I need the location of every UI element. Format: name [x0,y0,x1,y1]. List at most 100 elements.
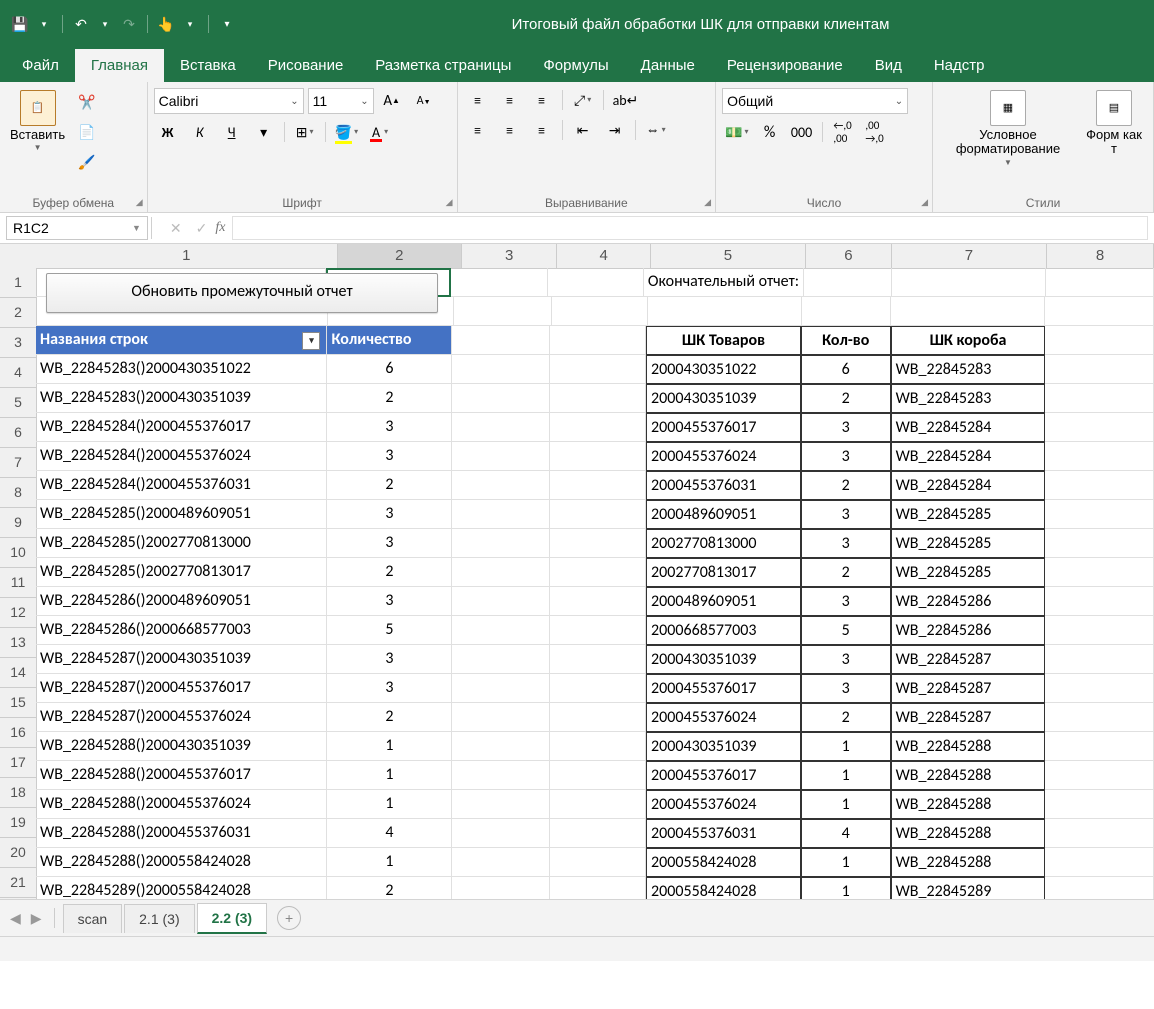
row-header-10[interactable]: 10 [0,538,36,568]
refresh-report-button[interactable]: Обновить промежуточный отчет [46,273,438,313]
select-all-corner[interactable] [0,244,37,269]
row-header-19[interactable]: 19 [0,808,36,838]
row-header-2[interactable]: 2 [0,298,36,328]
tab-nav-next[interactable]: ▶ [27,910,46,927]
tab-insert[interactable]: Вставка [164,49,252,82]
col-header-6[interactable]: 6 [806,244,892,268]
col-header-3[interactable]: 3 [462,244,557,268]
grid[interactable]: Окончательный отчет:Названия строк▾Колич… [36,268,1154,899]
save-icon[interactable]: 💾 [10,14,30,34]
font-name-select[interactable]: Calibri⌄ [154,88,304,114]
increase-indent-icon[interactable]: ⇥ [601,118,629,142]
name-box[interactable] [6,216,148,240]
enter-formula-icon[interactable]: ✓ [196,220,208,237]
decrease-indent-icon[interactable]: ⇤ [569,118,597,142]
copy-icon[interactable]: 📄 [73,120,101,144]
row-header-9[interactable]: 9 [0,508,36,538]
decrease-decimal-icon[interactable]: ,00→,0 [861,120,889,144]
align-center-icon[interactable]: ≡ [496,118,524,142]
qat-customize-icon[interactable]: ▾ [217,14,237,34]
align-bottom-icon[interactable]: ≡ [528,88,556,112]
qat-dropdown-3[interactable]: ▾ [180,14,200,34]
align-dialog-launcher[interactable]: ◢ [704,197,711,208]
decrease-font-icon[interactable]: A▼ [410,89,438,113]
font-color-button[interactable]: A▾ [365,120,393,144]
row-header-7[interactable]: 7 [0,448,36,478]
qat-dropdown-2[interactable]: ▾ [95,14,115,34]
conditional-format-button[interactable]: ▦ Условное форматирование▼ [939,88,1077,169]
tab-data[interactable]: Данные [625,49,711,82]
col-header-2[interactable]: 2 [338,244,462,268]
tab-file[interactable]: Файл [6,49,75,82]
add-sheet-button[interactable]: + [277,906,301,930]
col-header-1[interactable]: 1 [36,244,338,268]
tab-formulas[interactable]: Формулы [527,49,624,82]
filter-icon[interactable]: ▾ [302,332,320,350]
number-format-select[interactable]: Общий⌄ [722,88,908,114]
format-painter-icon[interactable]: 🖌️ [73,150,101,174]
align-left-icon[interactable]: ≡ [464,118,492,142]
increase-font-icon[interactable]: A▲ [378,89,406,113]
increase-decimal-icon[interactable]: ←,0,00 [829,120,857,144]
tab-layout[interactable]: Разметка страницы [359,49,527,82]
orientation-icon[interactable]: ⤢▾ [569,88,597,112]
row-header-13[interactable]: 13 [0,628,36,658]
tab-nav-prev[interactable]: ◀ [6,910,25,927]
merge-center-icon[interactable]: ⇔▾ [642,118,670,142]
sheet-tab-2-2[interactable]: 2.2 (3) [197,903,267,934]
column-headers[interactable]: 12345678 [36,244,1154,269]
formula-bar[interactable] [232,216,1149,240]
format-as-table-button[interactable]: ▤ Форм как т [1081,88,1147,159]
font-size-select[interactable]: 11⌄ [308,88,374,114]
cut-icon[interactable]: ✂️ [73,90,101,114]
tab-view[interactable]: Вид [859,49,918,82]
accounting-format-icon[interactable]: 💵▾ [722,120,751,144]
number-dialog-launcher[interactable]: ◢ [921,197,928,208]
col-header-8[interactable]: 8 [1047,244,1154,268]
sheet-tab-scan[interactable]: scan [63,904,123,933]
col-header-5[interactable]: 5 [651,244,806,268]
row-header-17[interactable]: 17 [0,748,36,778]
align-right-icon[interactable]: ≡ [528,118,556,142]
underline-dropdown[interactable]: ▾ [250,120,278,144]
redo-icon[interactable]: ↷ [119,14,139,34]
row-header-18[interactable]: 18 [0,778,36,808]
row-header-20[interactable]: 20 [0,838,36,868]
bold-button[interactable]: Ж [154,120,182,144]
tab-addins[interactable]: Надстр [918,49,1001,82]
tab-draw[interactable]: Рисование [252,49,360,82]
row-header-22[interactable]: 22 [0,898,36,899]
col-header-7[interactable]: 7 [892,244,1047,268]
row-header-4[interactable]: 4 [0,358,36,388]
row-header-16[interactable]: 16 [0,718,36,748]
row-header-15[interactable]: 15 [0,688,36,718]
qat-dropdown-1[interactable]: ▾ [34,14,54,34]
row-header-5[interactable]: 5 [0,388,36,418]
row-header-12[interactable]: 12 [0,598,36,628]
underline-button[interactable]: Ч [218,120,246,144]
touch-mode-icon[interactable]: 👆 [156,14,176,34]
cancel-formula-icon[interactable]: ✕ [170,220,182,237]
row-header-3[interactable]: 3 [0,328,36,358]
clipboard-dialog-launcher[interactable]: ◢ [136,197,143,208]
borders-button[interactable]: ⊞▾ [291,120,319,144]
row-header-1[interactable]: 1 [0,268,36,298]
row-header-14[interactable]: 14 [0,658,36,688]
row-header-21[interactable]: 21 [0,868,36,898]
paste-button[interactable]: 📋 Вставить ▼ [6,88,69,155]
align-top-icon[interactable]: ≡ [464,88,492,112]
tab-review[interactable]: Рецензирование [711,49,859,82]
fill-color-button[interactable]: 🪣▾ [332,120,361,144]
row-headers[interactable]: 12345678910111213141516171819202122 [0,268,37,899]
row-header-6[interactable]: 6 [0,418,36,448]
align-middle-icon[interactable]: ≡ [496,88,524,112]
font-dialog-launcher[interactable]: ◢ [446,197,453,208]
comma-format-icon[interactable]: 000 [788,120,816,144]
italic-button[interactable]: К [186,120,214,144]
col-header-4[interactable]: 4 [557,244,651,268]
wrap-text-icon[interactable]: ab↵ [610,88,642,112]
row-header-8[interactable]: 8 [0,478,36,508]
percent-format-icon[interactable]: % [756,120,784,144]
tab-home[interactable]: Главная [75,49,164,82]
sheet-tab-2-1[interactable]: 2.1 (3) [124,904,194,933]
